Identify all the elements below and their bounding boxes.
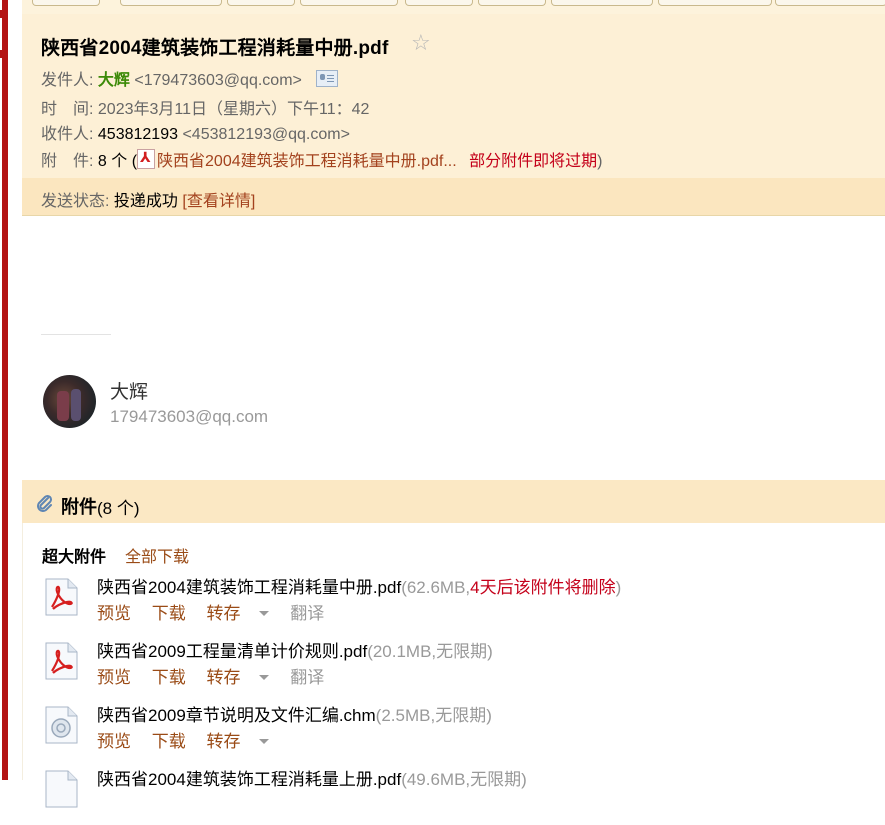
to-email: <453812193@qq.com> [182, 126, 350, 143]
to-row: 收件人: 453812193 <453812193@qq.com> [41, 120, 350, 144]
left-edge-stripe [2, 0, 8, 780]
pdf-icon[interactable] [42, 769, 80, 809]
attachment-actions: 预览 下载 转存 翻译 [97, 663, 340, 688]
to-value[interactable]: 453812193 [98, 126, 178, 143]
toolbar-button[interactable] [120, 0, 222, 6]
signature-email: 179473603@qq.com [110, 407, 269, 426]
download-link[interactable]: 下载 [152, 732, 186, 751]
status-row: 发送状态: 投递成功 [查看详情] [41, 187, 255, 211]
download-all-link[interactable]: 全部下载 [125, 543, 189, 567]
chevron-down-icon [259, 675, 270, 680]
to-label: 收件人: [41, 126, 94, 143]
chm-icon[interactable] [42, 705, 80, 745]
toolbar-button[interactable] [775, 0, 885, 6]
attachments-panel: 超大附件 全部下载 陕西省2004建筑装饰工程消耗量中册.pdf(62.6MB,… [22, 523, 885, 808]
left-edge-tick [0, 50, 3, 58]
save-to-link[interactable]: 转存 [206, 668, 270, 687]
attachment-name[interactable]: 陕西省2004建筑装饰工程消耗量上册.pdf(49.6MB,无限期) [97, 765, 527, 790]
time-value: 2023年3月11日（星期六）下午11：42 [97, 101, 370, 118]
toolbar-button[interactable] [551, 0, 653, 6]
from-row: 发件人: 大辉 <179473603@qq.com> [41, 66, 339, 90]
attachment-name[interactable]: 陕西省2004建筑装饰工程消耗量中册.pdf(62.6MB,4天后该附件将删除) [97, 573, 621, 598]
download-link[interactable]: 下载 [152, 668, 186, 687]
attachment-name[interactable]: 陕西省2009章节说明及文件汇编.chm(2.5MB,无限期) [97, 701, 492, 726]
mail-header: 陕西省2004建筑装饰工程消耗量中册.pdf ☆ 发件人: 大辉 <179473… [22, 14, 885, 216]
status-value: 投递成功 [113, 193, 178, 210]
attachments-title: 附件 [61, 497, 97, 517]
pdf-icon[interactable] [42, 641, 80, 681]
attachments-header: 附件 (8 个) [22, 480, 885, 523]
contact-card-icon[interactable] [316, 70, 339, 87]
paperclip-icon [37, 494, 53, 512]
mail-subject: 陕西省2004建筑装饰工程消耗量中册.pdf [41, 38, 389, 59]
translate-link[interactable]: 翻译 [290, 604, 324, 623]
chevron-down-icon [259, 611, 270, 616]
attachment-actions: 预览 下载 转存 [97, 727, 285, 752]
attach-label: 附 件: [41, 153, 94, 170]
attachment-item: 陕西省2009工程量清单计价规则.pdf(20.1MB,无限期) 预览 下载 转… [42, 637, 862, 697]
from-label: 发件人: [41, 72, 94, 89]
large-attachments-label: 超大附件 [42, 549, 107, 566]
toolbar-button[interactable] [227, 0, 295, 6]
status-label: 发送状态: [41, 193, 110, 210]
attach-expiry-warning[interactable]: 部分附件即将过期 [469, 153, 597, 170]
time-row: 时 间: 2023年3月11日（星期六）下午11：42 [41, 95, 369, 119]
attachment-actions: 预览 下载 转存 翻译 [97, 599, 340, 624]
toolbar-button[interactable] [478, 0, 546, 6]
attachment-item: 陕西省2009章节说明及文件汇编.chm(2.5MB,无限期) 预览 下载 转存 [42, 701, 862, 761]
left-edge-bar [0, 0, 11, 780]
preview-link[interactable]: 预览 [97, 732, 131, 751]
translate-link[interactable]: 翻译 [290, 668, 324, 687]
left-edge-tick [0, 10, 3, 18]
time-label: 时 间: [41, 101, 94, 118]
download-link[interactable]: 下载 [152, 604, 186, 623]
email-reader: 陕西省2004建筑装饰工程消耗量中册.pdf ☆ 发件人: 大辉 <179473… [22, 0, 885, 808]
status-details-link[interactable]: [查看详情] [182, 193, 255, 210]
from-name[interactable]: 大辉 [98, 72, 130, 89]
star-icon[interactable]: ☆ [411, 30, 431, 56]
attach-count: 8 个 ( [97, 153, 138, 170]
attach-first-link[interactable]: 陕西省2004建筑装饰工程消耗量中册.pdf... [157, 153, 457, 170]
chevron-down-icon [259, 739, 270, 744]
pdf-icon [137, 149, 156, 169]
toolbar [22, 0, 885, 14]
signature-name: 大辉 [110, 382, 149, 403]
pdf-icon[interactable] [42, 577, 80, 617]
attachment-item: 陕西省2004建筑装饰工程消耗量上册.pdf(49.6MB,无限期) [42, 765, 862, 825]
attach-close: ) [597, 153, 603, 170]
attachment-name[interactable]: 陕西省2009工程量清单计价规则.pdf(20.1MB,无限期) [97, 637, 493, 662]
toolbar-button[interactable] [658, 0, 772, 6]
avatar [43, 375, 96, 428]
toolbar-button[interactable] [405, 0, 473, 6]
toolbar-button[interactable] [32, 0, 100, 6]
save-to-link[interactable]: 转存 [206, 732, 270, 751]
delivery-status-bar: 发送状态: 投递成功 [查看详情] [22, 178, 885, 215]
preview-link[interactable]: 预览 [97, 668, 131, 687]
attachments-count: (8 个) [97, 499, 140, 518]
attach-row: 附 件: 8 个 ( 陕西省2004建筑装饰工程消耗量中册.pdf... 部分附件… [41, 147, 602, 171]
toolbar-button[interactable] [300, 0, 398, 6]
from-email: <179473603@qq.com> [134, 72, 302, 89]
preview-link[interactable]: 预览 [97, 604, 131, 623]
signature-divider [41, 334, 111, 335]
attachment-item: 陕西省2004建筑装饰工程消耗量中册.pdf(62.6MB,4天后该附件将删除)… [42, 573, 862, 633]
save-to-link[interactable]: 转存 [206, 604, 270, 623]
